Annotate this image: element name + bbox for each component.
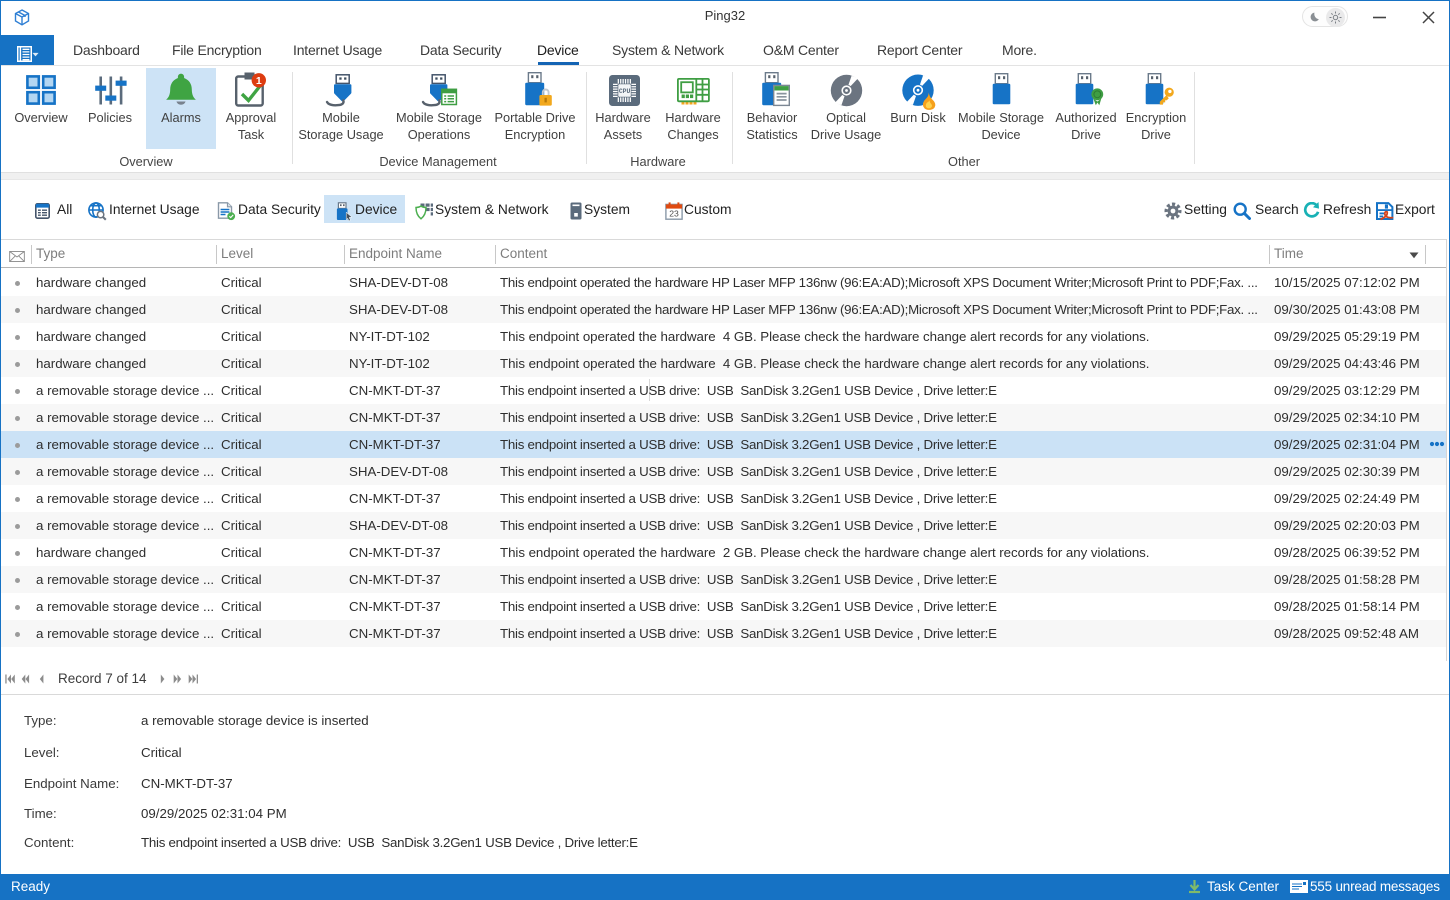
- svg-text:1: 1: [256, 75, 262, 87]
- svg-text:CPU: CPU: [619, 88, 631, 95]
- svg-text:23: 23: [669, 208, 679, 218]
